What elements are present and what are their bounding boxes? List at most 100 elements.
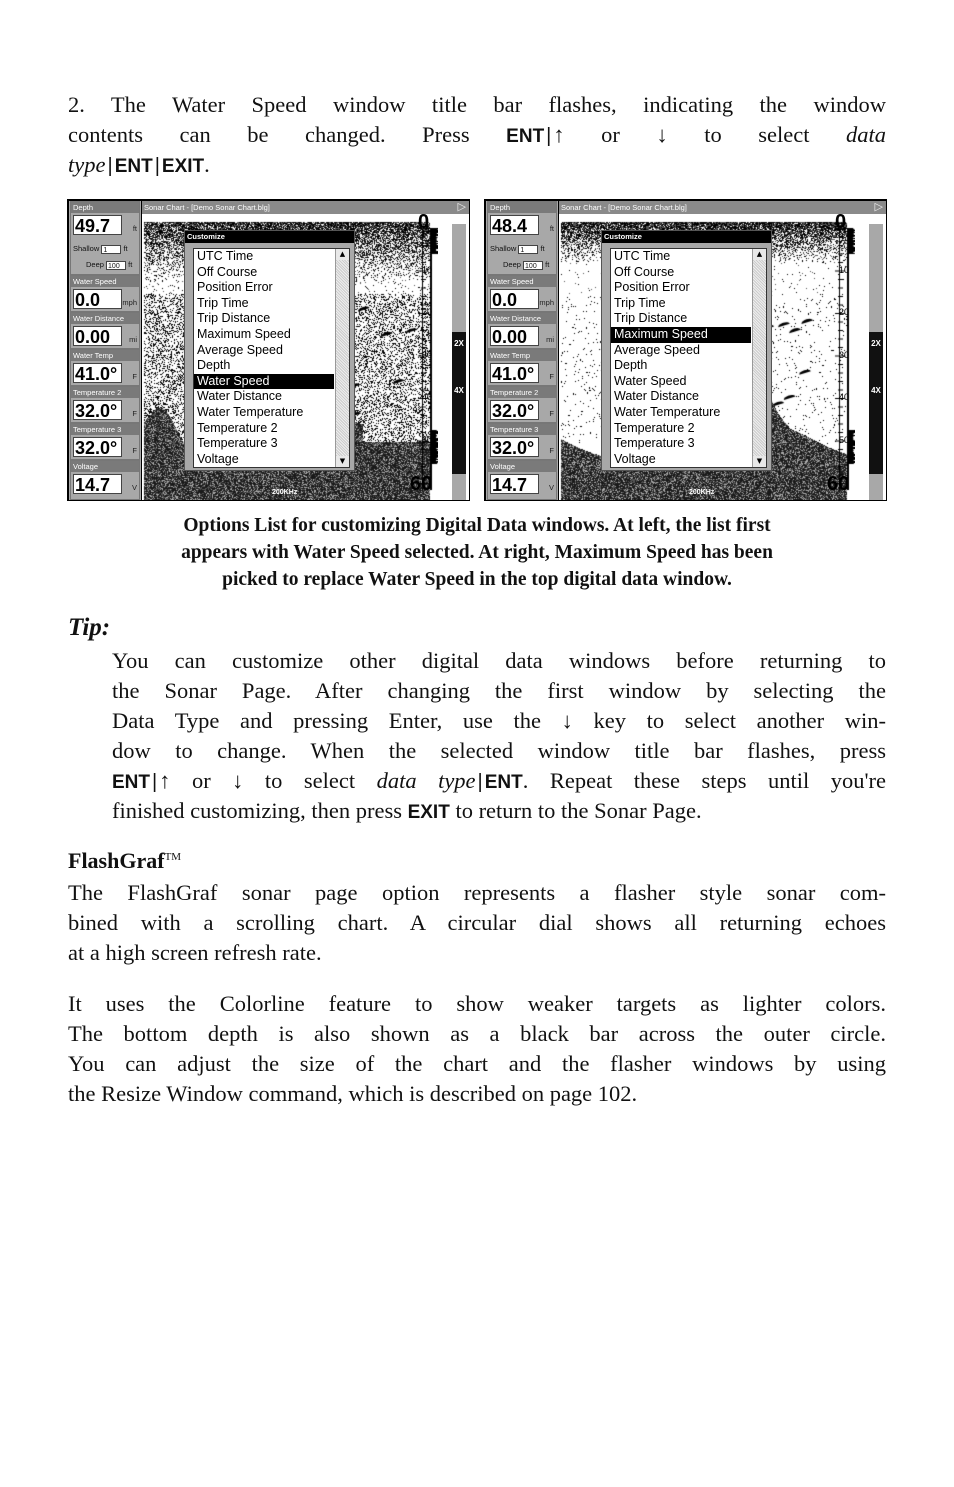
screenshot-left: Depth 49.7 ft Shallow 1 ft Deep 100 ft Water … (67, 199, 470, 501)
data-type-option[interactable]: Voltage (611, 452, 751, 468)
down-arrow-icon: ↓ (232, 768, 244, 793)
digital-data-window[interactable]: Water Speed 0.0 mph (70, 275, 140, 312)
digital-data-window[interactable]: Depth 48.4 ft Shallow 1 ft Deep 100 ft (487, 201, 557, 275)
data-type-option[interactable]: Water Speed (194, 373, 334, 390)
data-type-option[interactable]: Temperature 2 (194, 421, 334, 437)
play-icon[interactable]: ▷ (875, 201, 883, 214)
trademark-symbol: TM (164, 851, 182, 863)
list-scrollbar[interactable]: ▲ ▼ (335, 249, 349, 467)
step-2-line-2: contents can be changed. Press ENT |↑ or … (68, 120, 886, 150)
data-type-option[interactable]: Water Distance (611, 389, 751, 405)
zoom-level-label: 4X (454, 386, 464, 395)
list-scrollbar[interactable]: ▲ ▼ (752, 249, 766, 467)
zoom-bar[interactable]: 2X 4X (869, 224, 883, 500)
window-unit: V (548, 483, 554, 492)
data-type-option[interactable]: Maximum Speed (611, 326, 751, 343)
data-type-option[interactable]: Water Temperature (611, 405, 751, 421)
data-type-option[interactable]: Average Speed (611, 343, 751, 359)
data-type-option[interactable]: Water Distance (194, 389, 334, 405)
data-type-option[interactable]: Temperature 2 (611, 421, 751, 437)
window-unit: F (132, 372, 137, 381)
window-title: Depth (488, 202, 556, 213)
play-icon[interactable]: ▷ (458, 201, 466, 214)
shallow-unit: ft (123, 244, 128, 253)
shallow-alarm-row: Shallow 1 ft (490, 244, 545, 254)
data-type-option[interactable]: Depth (611, 358, 751, 374)
tip-line-6: finished customizing, then press EXIT to… (112, 796, 886, 826)
window-title: Depth (71, 202, 139, 213)
caption-line-1: Options List for customizing Digital Dat… (183, 515, 771, 536)
customize-dialog: Customize UTC Time Off Course Position Erro… (184, 230, 355, 471)
text: Data Type and pressing Enter, use the (112, 708, 541, 733)
shallow-input[interactable]: 1 (101, 244, 122, 254)
data-type-option[interactable]: Off Course (194, 265, 334, 281)
data-type-option[interactable]: Position Error (611, 280, 751, 296)
separator: | (152, 771, 158, 793)
window-title: Water Temp (71, 350, 139, 361)
data-type-option[interactable]: Temperature 3 (611, 436, 751, 452)
data-type-option[interactable]: Trip Time (194, 296, 334, 312)
tip-line-3: Data Type and pressing Enter, use the ↓ … (112, 706, 886, 736)
data-type-option[interactable]: Position Error (194, 280, 334, 296)
zoom-bar[interactable]: 2X 4X (452, 224, 466, 500)
digital-data-window[interactable]: Water Temp 41.0° F (487, 349, 557, 386)
digital-data-window[interactable]: Temperature 3 32.0° F (70, 423, 140, 460)
data-type-option[interactable]: Depth (194, 358, 334, 374)
data-type-list: UTC Time Off Course Position Error Trip Tim… (610, 248, 767, 468)
tip-line-4: dow to change. When the selected window … (112, 738, 886, 763)
digital-data-window[interactable]: Water Temp 41.0° F (70, 349, 140, 386)
data-type-option[interactable]: Water Speed (611, 374, 751, 390)
window-value: 14.7 (73, 474, 122, 495)
tip-paragraph: You can customize other digital data win… (112, 646, 886, 826)
customize-title: Customize (185, 231, 354, 243)
text: or (601, 122, 620, 147)
data-type-option[interactable]: Trip Distance (611, 311, 751, 327)
window-unit: F (549, 409, 554, 418)
scroll-down-arrow-icon[interactable]: ▼ (336, 456, 349, 467)
deep-input[interactable]: 100 (523, 260, 544, 270)
zoom-bar-range: 2X 4X (869, 332, 883, 474)
scroll-up-arrow-icon[interactable]: ▲ (336, 249, 349, 260)
deep-unit: ft (128, 260, 133, 269)
data-type-option[interactable]: Voltage (194, 452, 334, 468)
window-value: 32.0° (73, 437, 122, 458)
window-title: Water Distance (488, 313, 556, 324)
data-type-option[interactable]: Trip Distance (194, 311, 334, 327)
data-type-option[interactable]: Water Temperature (194, 405, 334, 421)
digital-data-window[interactable]: Voltage 14.7 V (70, 460, 140, 500)
data-type-option[interactable]: UTC Time (611, 249, 751, 265)
data-type-option[interactable]: Average Speed (194, 343, 334, 359)
scroll-up-arrow-icon[interactable]: ▲ (753, 249, 766, 260)
exit-key: EXIT (161, 156, 205, 177)
digital-data-window[interactable]: Water Speed 0.0 mph (487, 275, 557, 312)
digital-data-window[interactable]: Temperature 2 32.0° F (70, 386, 140, 423)
window-value: 32.0° (490, 437, 539, 458)
separator: | (477, 771, 483, 793)
text: to return to the Sonar Page. (455, 798, 702, 823)
digital-data-window[interactable]: Voltage 14.7 V (487, 460, 557, 500)
data-type-option[interactable]: Maximum Speed (194, 327, 334, 343)
data-type-option[interactable]: Temperature 3 (194, 436, 334, 452)
window-title: Water Speed (488, 276, 556, 287)
scroll-down-arrow-icon[interactable]: ▼ (753, 456, 766, 467)
digital-data-window[interactable]: Water Distance 0.00 mi (70, 312, 140, 349)
text: . Repeat these steps until you're (522, 768, 886, 793)
window-value: 49.7 (73, 215, 122, 236)
depth-scale-tick: 30 (422, 349, 433, 360)
digital-data-window[interactable]: Water Distance 0.00 mi (487, 312, 557, 349)
shallow-input[interactable]: 1 (518, 244, 539, 254)
text: contents can be changed. Press (68, 122, 470, 147)
window-unit: ft (549, 224, 554, 233)
tip-heading: Tip: (68, 614, 111, 641)
data-type-option[interactable]: Off Course (611, 265, 751, 281)
shallow-unit: ft (540, 244, 545, 253)
digital-data-window[interactable]: Depth 49.7 ft Shallow 1 ft Deep 100 ft (70, 201, 140, 275)
digital-data-window[interactable]: Temperature 3 32.0° F (487, 423, 557, 460)
window-value: 32.0° (73, 400, 122, 421)
para-line: The bottom depth is also shown as a blac… (68, 1021, 886, 1046)
deep-input[interactable]: 100 (106, 260, 127, 270)
data-type-option[interactable]: Trip Time (611, 296, 751, 312)
sonar-chart-window: Sonar Chart - [Demo Sonar Chart.blg] ▷ 0 60… (142, 201, 469, 500)
data-type-option[interactable]: UTC Time (194, 249, 334, 265)
digital-data-window[interactable]: Temperature 2 32.0° F (487, 386, 557, 423)
